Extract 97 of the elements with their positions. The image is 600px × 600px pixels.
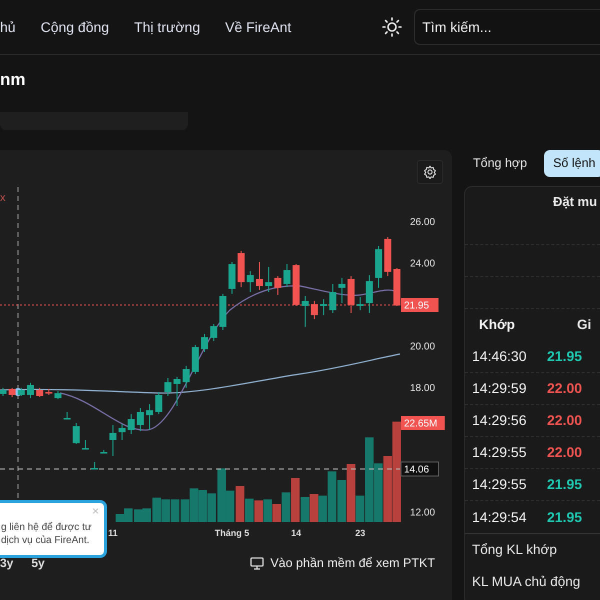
candle bbox=[375, 245, 382, 288]
candle bbox=[36, 387, 44, 398]
price-cell-text: 21.95 bbox=[547, 475, 582, 494]
search-field[interactable]: Tìm kiếm... bbox=[414, 9, 600, 45]
candle bbox=[228, 261, 236, 294]
column-header: Khớp bbox=[478, 316, 516, 334]
time-cell-text: 14:46:30 bbox=[471, 347, 528, 366]
candle bbox=[118, 424, 126, 440]
candle bbox=[320, 298, 328, 316]
volume-bar bbox=[263, 499, 272, 522]
price-badge: 14.06 bbox=[400, 462, 439, 476]
price-axis-label: 18.00 bbox=[410, 383, 436, 394]
chart-marker: x bbox=[0, 192, 6, 204]
volume-bar bbox=[134, 509, 143, 522]
candle bbox=[201, 333, 208, 353]
monitor-icon bbox=[250, 556, 264, 570]
candle bbox=[366, 274, 373, 314]
candle bbox=[302, 296, 309, 328]
candle bbox=[72, 422, 80, 444]
range-option[interactable]: 3y bbox=[0, 554, 14, 572]
tab[interactable]: Tổng hợp bbox=[464, 150, 536, 177]
date-axis-label: 23 bbox=[355, 528, 366, 538]
candle bbox=[8, 387, 16, 398]
column-header: Gi bbox=[577, 316, 592, 334]
price-axis-label: 24.00 bbox=[410, 258, 436, 270]
volume-bar bbox=[170, 499, 180, 522]
price-axis-label: 26.00 bbox=[410, 217, 436, 228]
price-cell-text: 22.00 bbox=[547, 443, 582, 462]
candle bbox=[210, 324, 218, 342]
price-cell-text: 22.00 bbox=[547, 411, 582, 430]
candle bbox=[338, 277, 346, 304]
time-cell-text: 14:29:55 bbox=[471, 475, 528, 494]
candle bbox=[246, 270, 254, 293]
candle bbox=[292, 264, 300, 306]
candle bbox=[54, 390, 62, 400]
candle bbox=[182, 365, 190, 388]
candle bbox=[329, 283, 336, 314]
volume-bar bbox=[254, 500, 263, 522]
time-cell-text: 14:29:55 bbox=[471, 443, 528, 462]
order-book-title: Đặt mu bbox=[552, 193, 598, 211]
settings-icon bbox=[423, 165, 437, 179]
date-axis-label: 11 bbox=[108, 528, 118, 538]
price-cell-text: 21.95 bbox=[547, 508, 582, 526]
candle bbox=[91, 462, 98, 470]
summary-label: Tổng KL khớp bbox=[465, 533, 600, 566]
candle bbox=[45, 388, 52, 396]
price-badge: 22.65M bbox=[401, 416, 445, 430]
time-cell-text: 14:29:59 bbox=[471, 379, 528, 398]
candle bbox=[348, 276, 355, 314]
popup-text: g liên hệ để được tư dịch vụ của FireAnt. bbox=[1, 521, 93, 547]
candle bbox=[356, 296, 364, 311]
candle bbox=[238, 250, 245, 288]
nav-link[interactable]: Thị trường bbox=[134, 16, 200, 38]
nav-link[interactable]: Cộng đồng bbox=[40, 16, 110, 38]
candle bbox=[283, 264, 290, 288]
nav-link[interactable]: hủ bbox=[0, 16, 16, 38]
candle bbox=[384, 236, 392, 277]
candle bbox=[64, 411, 71, 420]
open-software-link[interactable]: Vào phần mềm để xem PTKT bbox=[250, 554, 435, 572]
tab[interactable]: Số lệnh bbox=[544, 150, 600, 177]
candle bbox=[109, 424, 116, 456]
candle bbox=[310, 300, 318, 320]
price-cell-text: 21.95 bbox=[547, 347, 582, 366]
candle bbox=[146, 404, 154, 431]
candle bbox=[164, 377, 172, 396]
candle bbox=[219, 293, 226, 331]
page-title: nm bbox=[0, 69, 26, 91]
time-cell-text: 14:29:56 bbox=[471, 411, 528, 430]
volume-bar bbox=[310, 494, 318, 522]
candle bbox=[82, 440, 89, 450]
price-axis-label: 20.00 bbox=[410, 342, 436, 352]
candle bbox=[128, 414, 135, 434]
candle bbox=[274, 276, 282, 296]
candle bbox=[256, 261, 263, 290]
time-cell-text: 14:29:54 bbox=[471, 508, 528, 526]
nav-link[interactable]: Về FireAnt bbox=[225, 16, 292, 38]
theme-toggle-icon[interactable] bbox=[382, 17, 402, 37]
candle bbox=[265, 266, 272, 293]
candle bbox=[155, 392, 162, 415]
date-axis-label: Tháng 5 bbox=[214, 528, 250, 538]
candle bbox=[174, 376, 181, 406]
range-option[interactable]: 5y bbox=[31, 554, 45, 572]
summary-label: KL MUA chủ động bbox=[471, 573, 582, 592]
date-axis-label: 14 bbox=[291, 528, 302, 538]
candle bbox=[393, 267, 400, 306]
candle bbox=[192, 344, 199, 375]
volume-bar bbox=[337, 480, 346, 522]
candle bbox=[100, 449, 108, 454]
candle bbox=[18, 387, 25, 396]
volume-bar bbox=[161, 499, 170, 522]
price-axis-label: 12.00 bbox=[410, 508, 436, 518]
candle bbox=[136, 408, 144, 432]
settings-button[interactable] bbox=[417, 160, 443, 184]
price-badge: 21.95 bbox=[401, 298, 438, 312]
price-cell-text: 22.00 bbox=[547, 379, 582, 398]
candle bbox=[0, 387, 6, 396]
candle bbox=[26, 382, 34, 399]
